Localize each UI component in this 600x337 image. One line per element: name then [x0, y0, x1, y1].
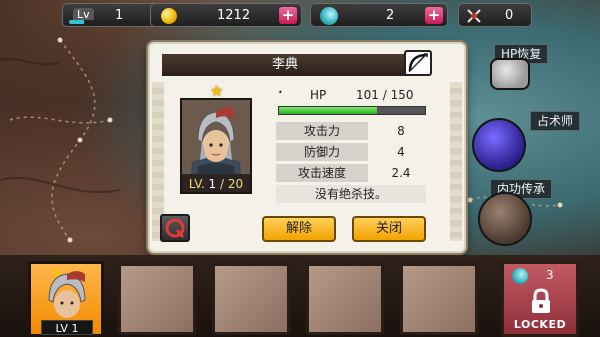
crystal-ball-icon — [472, 118, 526, 172]
empty-hero-slot-1[interactable] — [118, 263, 196, 335]
crossed-swords-icon — [467, 9, 481, 23]
hero-slot-portrait — [43, 271, 91, 326]
close-button[interactable]: 关闭 — [352, 216, 426, 242]
attack-stat-row: 攻击力 8 — [276, 122, 434, 140]
empty-hero-slot-3[interactable] — [306, 263, 384, 335]
troop-amount: 0 — [505, 8, 514, 23]
gold-panel: 1212 + — [150, 3, 302, 27]
attack-speed-value: 2.4 — [391, 166, 411, 180]
gem-amount: 2 — [386, 8, 395, 23]
hero-portrait — [180, 98, 252, 186]
gold-coin-icon — [161, 8, 177, 24]
fortune-teller-label: 占术师 — [530, 111, 581, 131]
palm-hand-icon — [478, 192, 532, 246]
defense-stat-row: 防御力 4 — [276, 143, 434, 161]
level-prefix: LV. — [188, 177, 205, 191]
hero-name-title: 李典 — [162, 54, 408, 76]
hp-bar-fill — [279, 107, 378, 114]
defense-label: 防御力 — [276, 143, 368, 161]
padlock-icon — [532, 288, 550, 313]
hp-bullet: • — [278, 88, 283, 97]
attack-value: 8 — [397, 124, 405, 138]
attack-speed-label: 攻击速度 — [276, 164, 368, 182]
unlock-cost: 3 — [546, 268, 554, 282]
hp-bar — [278, 106, 426, 115]
defense-value: 4 — [397, 145, 405, 159]
red-q-icon — [165, 218, 185, 238]
add-gold-button[interactable]: + — [279, 7, 297, 24]
hero-level-max: / 20 — [220, 177, 244, 191]
fortune-teller-menu-item[interactable]: 占术师 — [470, 108, 600, 172]
add-gem-button[interactable]: + — [425, 7, 443, 24]
locked-label: LOCKED — [513, 318, 567, 331]
dismiss-button[interactable]: 解除 — [262, 216, 336, 242]
gem-panel: 2 + — [310, 3, 448, 27]
locked-hero-slot[interactable]: 3 LOCKED — [501, 261, 579, 337]
hero-level-current: 1 — [208, 177, 217, 191]
hero-slot-level: LV 1 — [41, 320, 93, 335]
hero-slot-active[interactable]: ★ LV 1 — [28, 261, 104, 337]
unlock-gem-icon — [512, 268, 528, 284]
gold-amount: 1212 — [217, 8, 251, 23]
attack-speed-stat-row: 攻击速度 2.4 — [276, 164, 434, 182]
hero-level-indicator: LV. 1 / 20 — [180, 174, 252, 194]
special-skill-text: 没有绝杀技。 — [276, 185, 426, 203]
hero-info-dialog: 李典 ★ LV. 1 / 20 • HP 101 / 150 攻击力 8 防御力… — [148, 42, 466, 253]
hp-row: • HP 101 / 150 — [276, 88, 434, 104]
empty-hero-slot-2[interactable] — [212, 263, 290, 335]
bow-icon — [408, 53, 428, 73]
experience-fill — [69, 20, 85, 24]
hp-value: 101 / 150 — [356, 88, 414, 102]
inner-power-menu-item[interactable]: 内功传承 — [470, 176, 600, 246]
hero-info-toggle-button[interactable] — [160, 214, 190, 242]
weapon-type-badge — [404, 50, 432, 76]
empty-hero-slot-4[interactable] — [400, 263, 478, 335]
hero-roster-bar: ★ LV 1 3 LOCKED — [0, 255, 600, 337]
top-status-bar: Lv 1 1212 + 2 + 0 — [0, 0, 600, 30]
mortar-pestle-icon — [490, 58, 530, 90]
hp-restore-menu-item[interactable]: HP恢复 — [470, 42, 600, 90]
armored-soldier-portrait — [182, 100, 250, 184]
hp-label: HP — [310, 88, 327, 102]
spirit-gem-icon — [320, 7, 338, 25]
dialog-right-border — [450, 82, 462, 241]
troop-panel: 0 — [458, 3, 532, 27]
attack-label: 攻击力 — [276, 122, 368, 140]
